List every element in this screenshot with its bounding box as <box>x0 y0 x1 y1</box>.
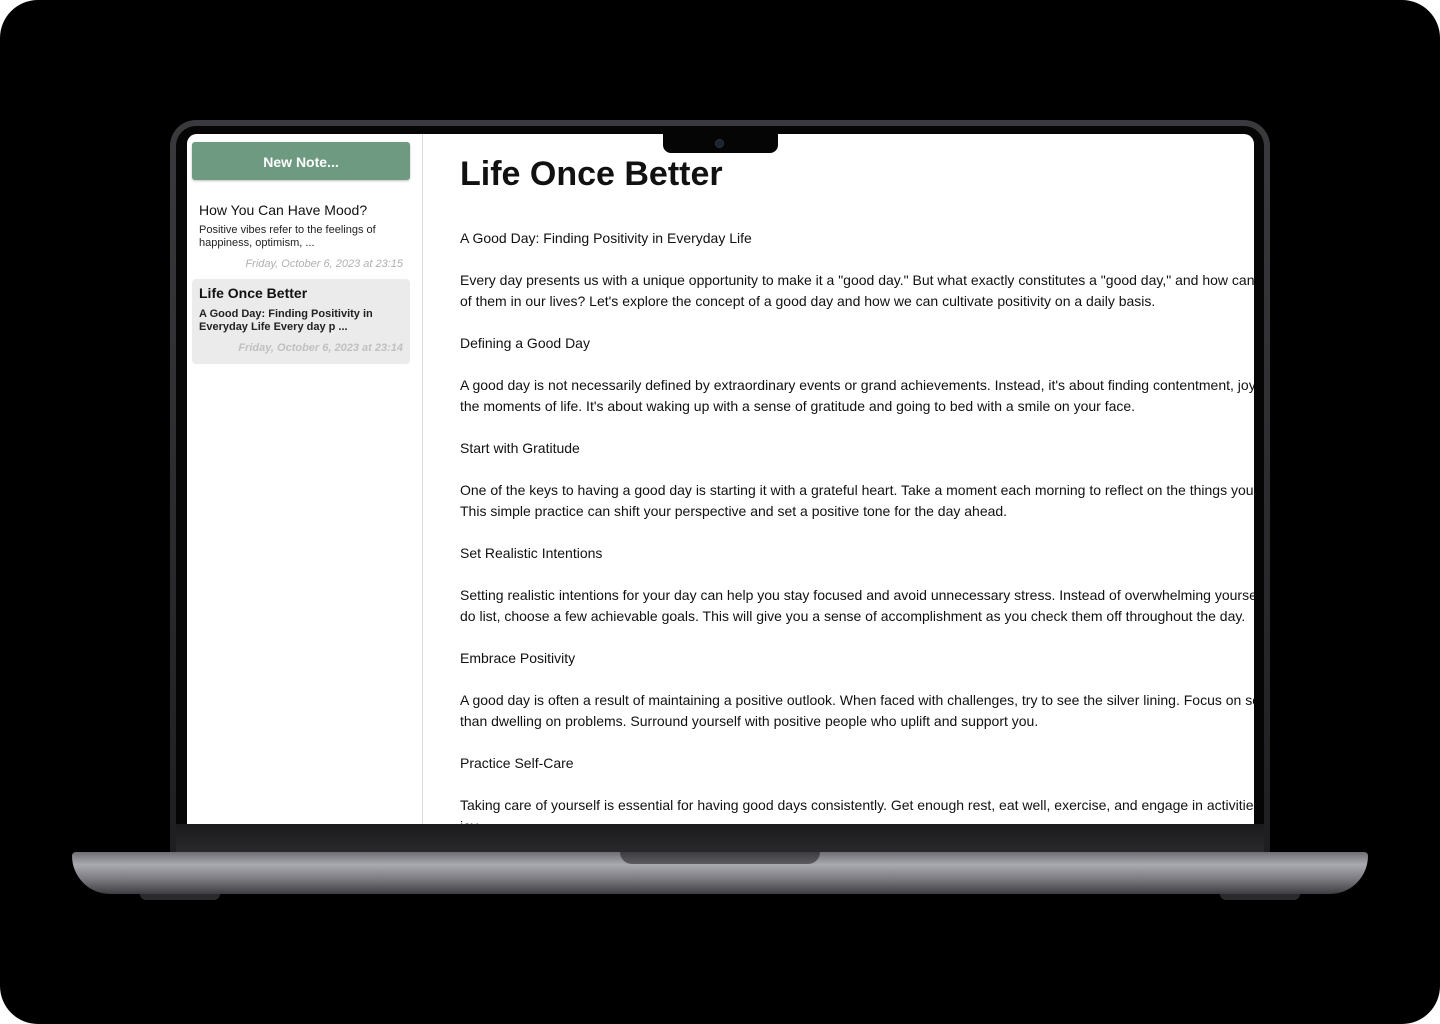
note-paragraph: A good day is often a result of maintain… <box>460 692 1254 729</box>
laptop-opening-notch <box>620 852 820 864</box>
note-paragraph: Practice Self-Care <box>460 755 574 771</box>
note-title: How You Can Have Mood? <box>199 202 368 218</box>
laptop-foot <box>140 894 220 900</box>
note-paragraph: One of the keys to having a good day is … <box>460 482 1254 519</box>
note-preview: A Good Day: Finding Positivity in Everyd… <box>199 308 373 333</box>
note-paragraph: Defining a Good Day <box>460 335 590 351</box>
note-paragraph: A good day is not necessarily defined by… <box>460 377 1254 414</box>
note-list-item[interactable]: How You Can Have Mood? Positive vibes re… <box>192 196 410 276</box>
note-paragraph: Every day presents us with a unique oppo… <box>460 272 1254 309</box>
note-body[interactable]: A Good Day: Finding Positivity in Everyd… <box>460 228 1254 824</box>
note-date: Friday, October 6, 2023 at 23:14 <box>238 342 403 354</box>
note-list-item-selected[interactable]: Life Once Better A Good Day: Finding Pos… <box>192 279 410 364</box>
camera-icon <box>715 139 724 148</box>
note-paragraph: Start with Gratitude <box>460 440 580 456</box>
app-window: New Note... How You Can Have Mood? Posit… <box>187 134 1254 824</box>
new-note-button[interactable]: New Note... <box>192 142 410 180</box>
note-paragraph: Set Realistic Intentions <box>460 545 603 561</box>
note-date: Friday, October 6, 2023 at 23:15 <box>245 258 403 270</box>
laptop-chin <box>176 824 1264 854</box>
note-paragraph: Embrace Positivity <box>460 650 576 666</box>
note-editor[interactable]: Life Once Better A Good Day: Finding Pos… <box>460 134 1254 824</box>
laptop-foot <box>1220 894 1300 900</box>
laptop-base <box>72 852 1368 894</box>
device-mockup-background: New Note... How You Can Have Mood? Posit… <box>0 0 1440 1024</box>
note-paragraph: Taking care of yourself is essential for… <box>460 797 1254 824</box>
note-preview: Positive vibes refer to the feelings of … <box>199 224 376 249</box>
note-paragraph: Setting realistic intentions for your da… <box>460 587 1254 624</box>
note-heading[interactable]: Life Once Better <box>460 154 1254 194</box>
note-title: Life Once Better <box>199 285 308 301</box>
camera-notch <box>663 134 778 153</box>
note-paragraph: A Good Day: Finding Positivity in Everyd… <box>460 230 752 246</box>
notes-sidebar: New Note... How You Can Have Mood? Posit… <box>187 134 423 824</box>
